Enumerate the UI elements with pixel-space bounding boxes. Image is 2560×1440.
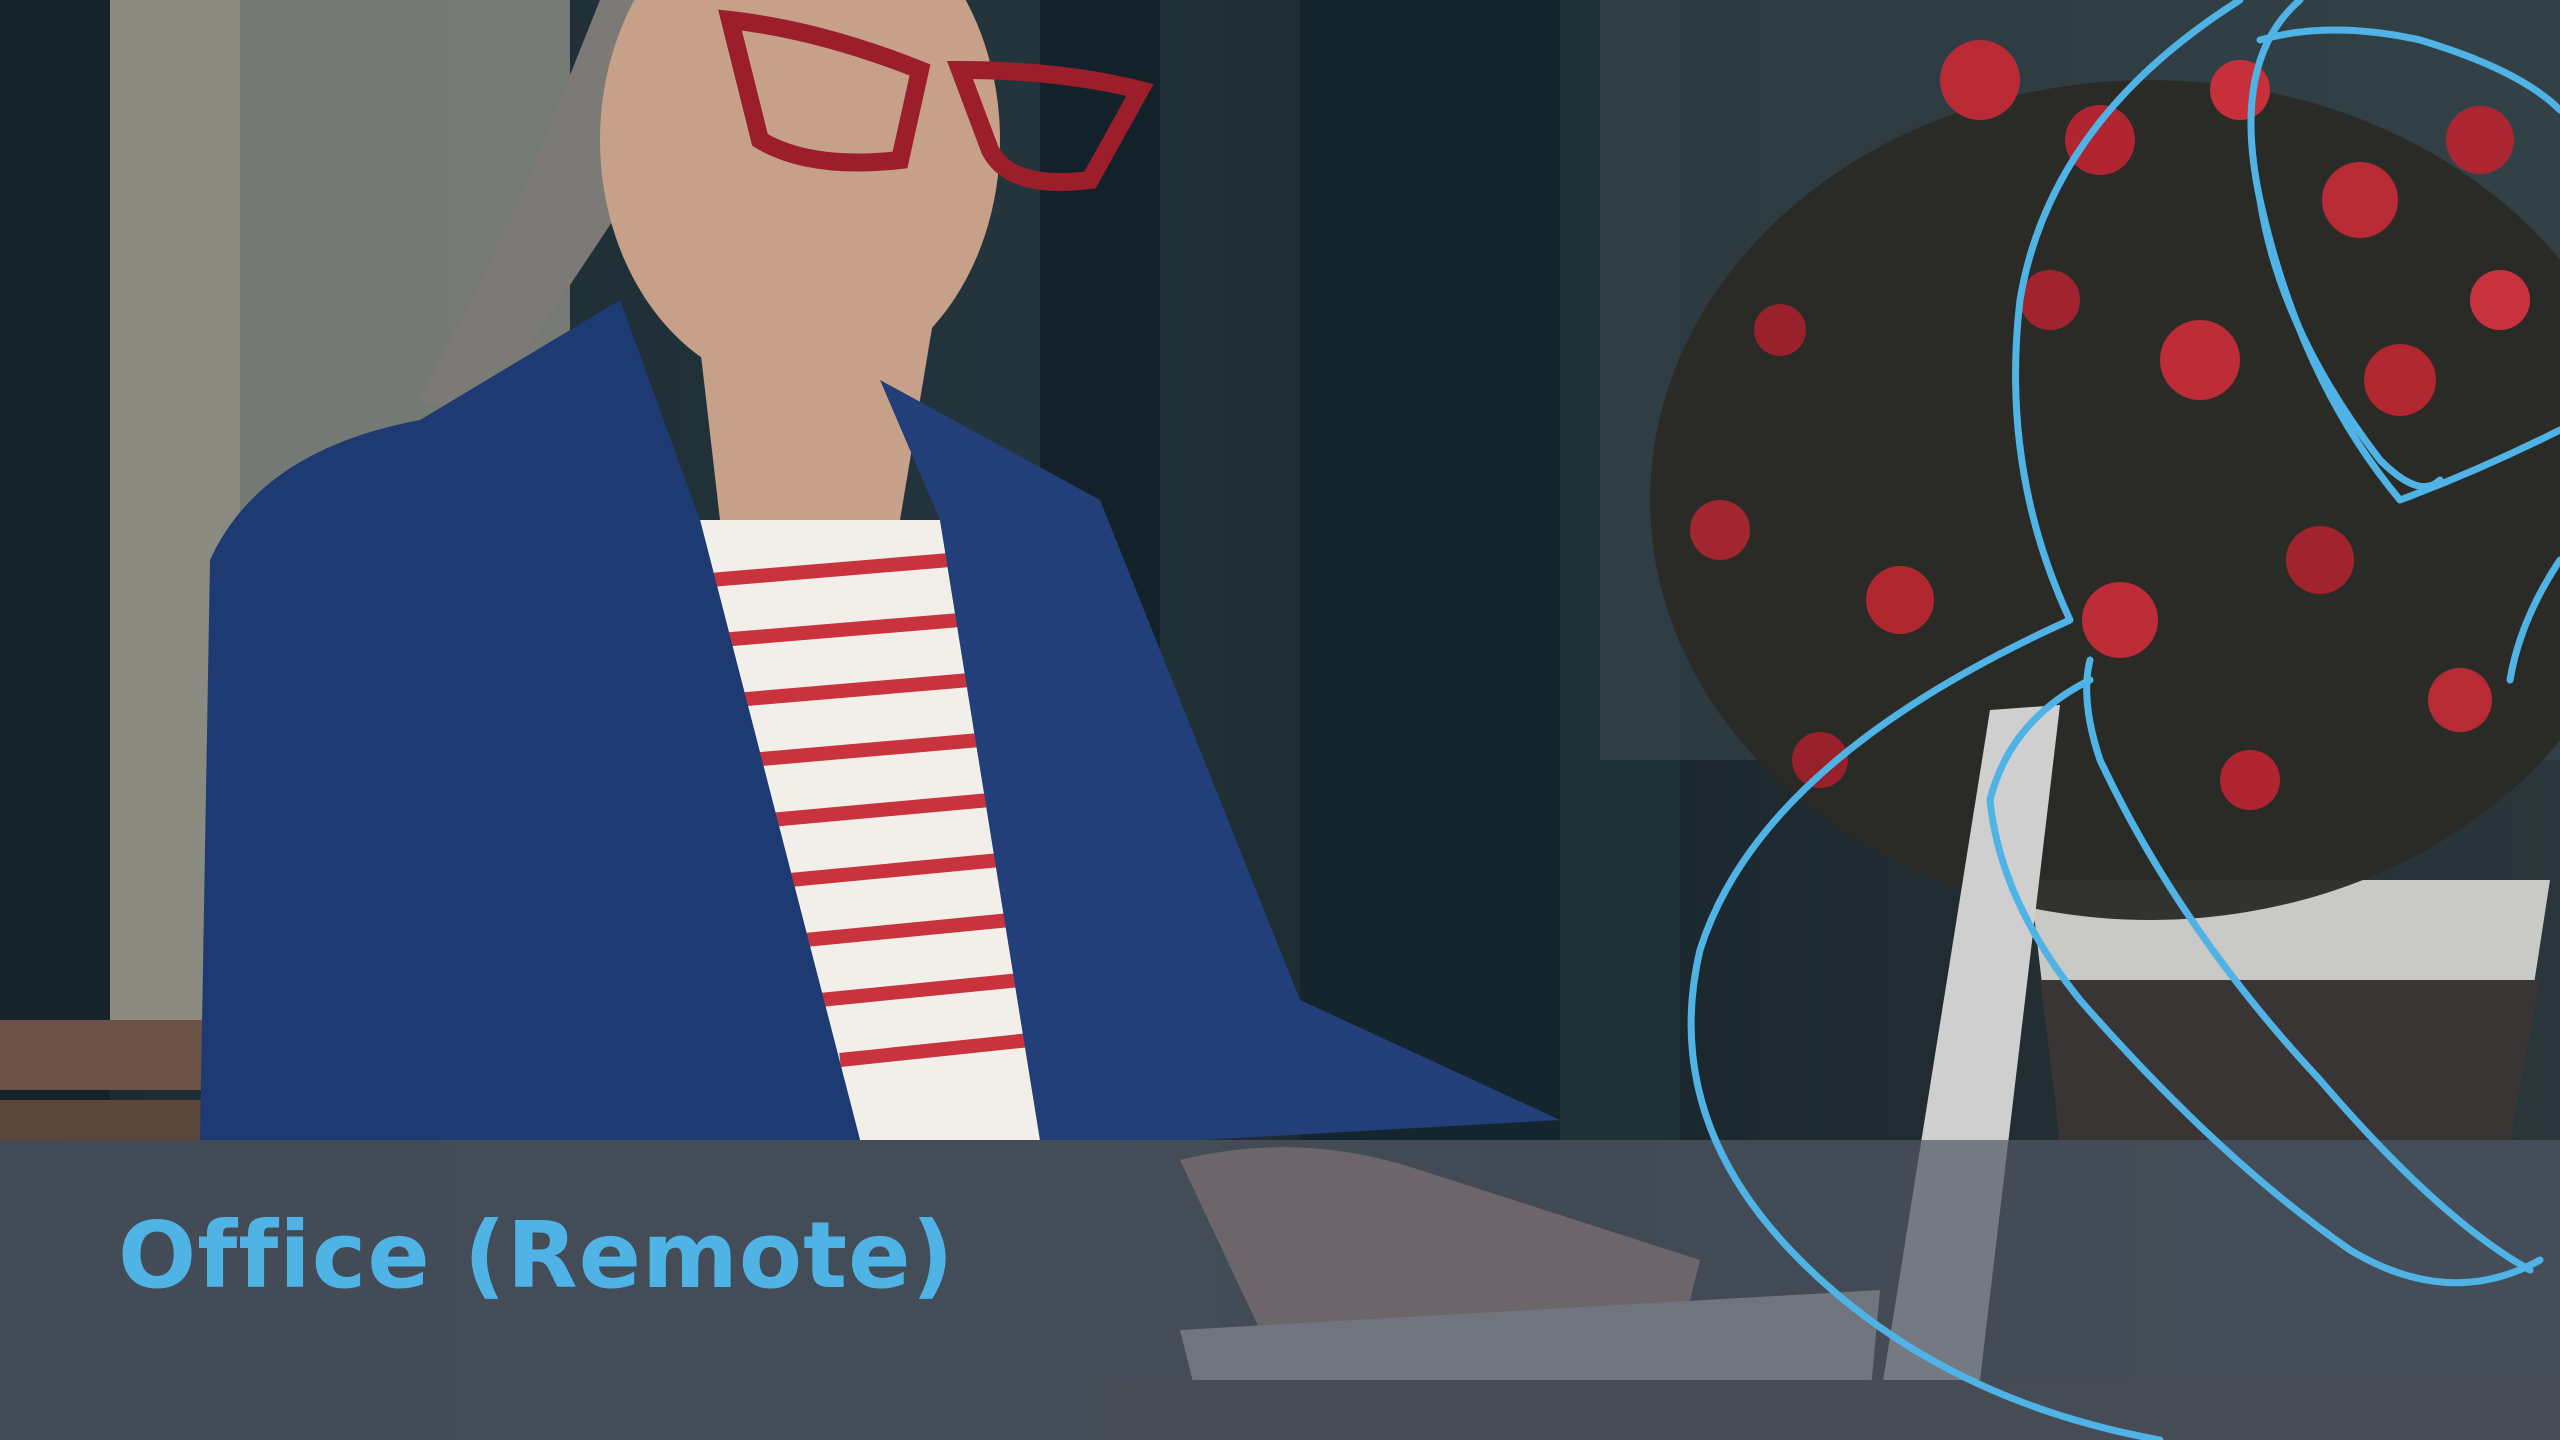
page-title: Office (Remote)	[118, 1202, 955, 1309]
hero-scene: Office (Remote)	[0, 0, 2560, 1440]
